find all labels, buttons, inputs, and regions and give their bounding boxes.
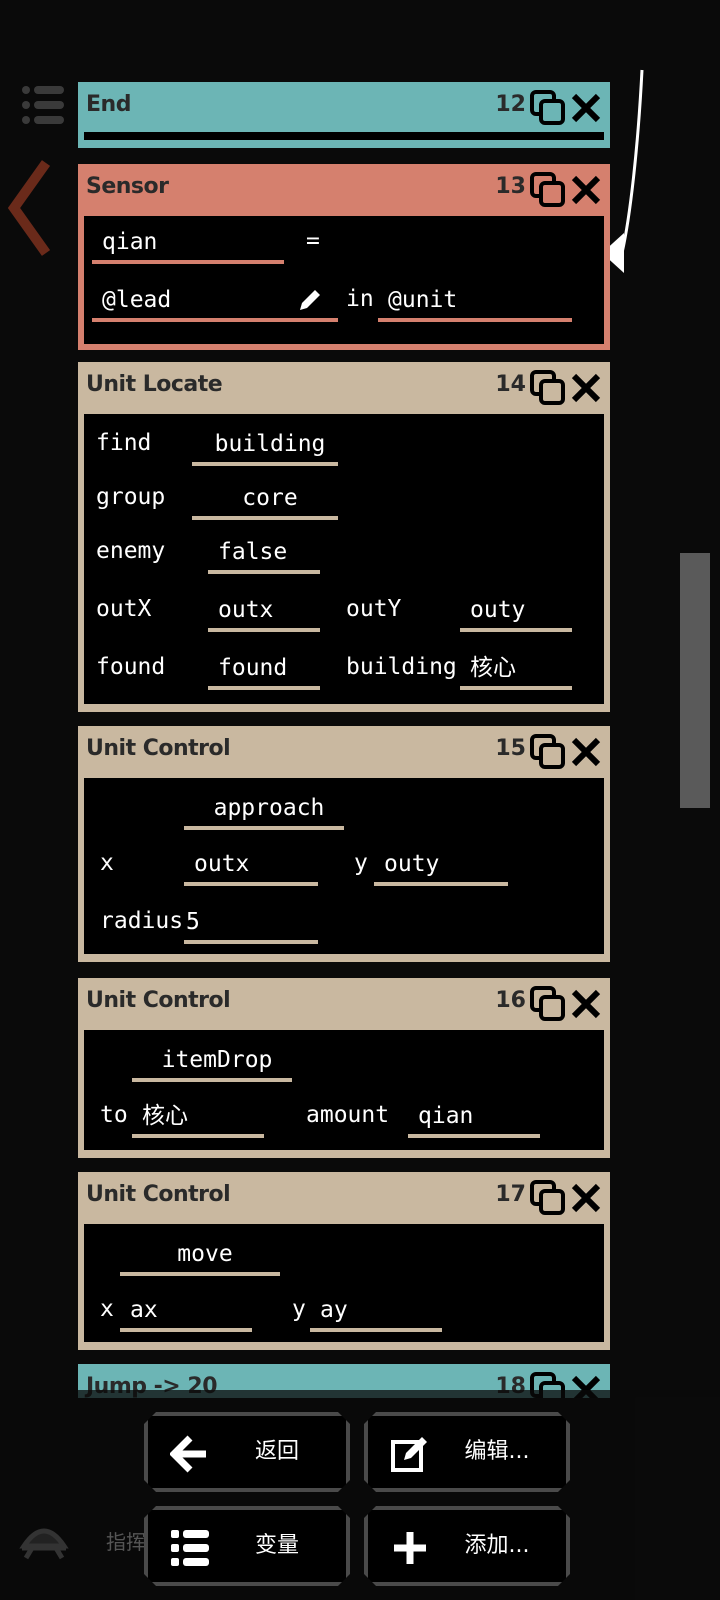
find-field[interactable]: building <box>192 426 338 466</box>
block-title: Sensor <box>86 174 169 199</box>
block-title: Unit Control <box>86 736 231 761</box>
block-index: 16 <box>495 988 526 1013</box>
close-icon[interactable] <box>570 92 602 124</box>
block-index: 17 <box>495 1182 526 1207</box>
block-index: 13 <box>495 174 526 199</box>
copy-icon[interactable] <box>530 734 566 770</box>
radius-label: radius <box>100 908 184 934</box>
copy-icon[interactable] <box>530 986 566 1022</box>
block-title: End <box>86 92 131 117</box>
block-title: Unit Control <box>86 988 231 1013</box>
y-field[interactable]: outy <box>374 846 508 886</box>
radius-field[interactable]: 5 <box>184 904 318 944</box>
instruction-block-unit-control-itemdrop[interactable]: Unit Control 16 itemDrop to 核心 amount qi… <box>78 978 610 1158</box>
y-label: y <box>292 1296 306 1322</box>
variables-label: 变量 <box>254 1533 299 1558</box>
building-label: building <box>346 654 457 680</box>
action-field[interactable]: approach <box>184 790 344 830</box>
bottom-button-bar: 指挥 <box>0 1390 720 1600</box>
found-label: found <box>96 654 166 680</box>
outx-label: outX <box>96 596 152 622</box>
back-arrow-icon <box>170 1434 210 1474</box>
instruction-block-sensor[interactable]: Sensor 13 qian = @lead in @unit <box>78 164 610 350</box>
outx-field[interactable]: outx <box>208 592 320 632</box>
copy-icon[interactable] <box>530 90 566 126</box>
copy-icon[interactable] <box>530 172 566 208</box>
variables-button[interactable]: 变量 <box>144 1506 350 1586</box>
close-icon[interactable] <box>570 988 602 1020</box>
block-title: Unit Control <box>86 1182 231 1207</box>
amount-label: amount <box>306 1102 390 1128</box>
close-icon[interactable] <box>570 1182 602 1214</box>
background-hint-text: 指挥 <box>106 1530 146 1554</box>
x-label: x <box>100 850 114 876</box>
copy-icon[interactable] <box>530 1180 566 1216</box>
close-icon[interactable] <box>570 174 602 206</box>
to-label: to <box>100 1102 128 1128</box>
edit-icon <box>390 1434 430 1474</box>
outy-field[interactable]: outy <box>460 592 572 632</box>
menu-icon[interactable] <box>22 84 64 126</box>
close-icon[interactable] <box>570 372 602 404</box>
in-label: in <box>346 286 374 312</box>
close-icon[interactable] <box>570 736 602 768</box>
x-label: x <box>100 1296 114 1322</box>
back-label: 返回 <box>254 1439 299 1464</box>
y-field[interactable]: ay <box>310 1292 442 1332</box>
sensor-target-field[interactable]: @unit <box>378 282 572 322</box>
outy-label: outY <box>346 596 402 622</box>
x-field[interactable]: ax <box>120 1292 252 1332</box>
enemy-field[interactable]: false <box>208 534 320 574</box>
block-title: Unit Locate <box>86 372 223 397</box>
instruction-block-unit-locate[interactable]: Unit Locate 14 find building group core … <box>78 362 610 712</box>
y-label: y <box>354 850 368 876</box>
building-field[interactable]: 核心 <box>460 650 572 690</box>
group-field[interactable]: core <box>192 480 338 520</box>
edit-button[interactable]: 编辑... <box>364 1412 570 1492</box>
group-label: group <box>96 484 166 510</box>
block-index: 12 <box>495 92 526 117</box>
block-index: 15 <box>495 736 526 761</box>
add-button[interactable]: 添加... <box>364 1506 570 1586</box>
action-field[interactable]: move <box>120 1236 280 1276</box>
mech-icon <box>19 1528 69 1560</box>
copy-icon[interactable] <box>530 370 566 406</box>
add-label: 添加... <box>464 1533 530 1558</box>
find-label: find <box>96 430 152 456</box>
edit-label: 编辑... <box>464 1439 530 1464</box>
equals-label: = <box>306 228 320 254</box>
instruction-block-end[interactable]: End 12 <box>78 82 610 148</box>
list-icon <box>170 1528 210 1568</box>
x-field[interactable]: outx <box>184 846 318 886</box>
enemy-label: enemy <box>96 538 166 564</box>
back-button[interactable]: 返回 <box>144 1412 350 1492</box>
instruction-block-unit-control-approach[interactable]: Unit Control 15 approach x outx y outy r… <box>78 726 610 962</box>
found-field[interactable]: found <box>208 650 320 690</box>
action-field[interactable]: itemDrop <box>132 1042 292 1082</box>
plus-icon <box>390 1528 430 1568</box>
amount-field[interactable]: qian <box>408 1098 540 1138</box>
back-arrow-background-icon <box>7 160 51 256</box>
block-index: 14 <box>495 372 526 397</box>
instruction-block-unit-control-move[interactable]: Unit Control 17 move x ax y ay <box>78 1172 610 1350</box>
sensor-result-field[interactable]: qian <box>92 224 284 264</box>
pencil-icon[interactable] <box>296 286 324 314</box>
scrollbar[interactable] <box>680 553 710 808</box>
to-field[interactable]: 核心 <box>132 1098 264 1138</box>
